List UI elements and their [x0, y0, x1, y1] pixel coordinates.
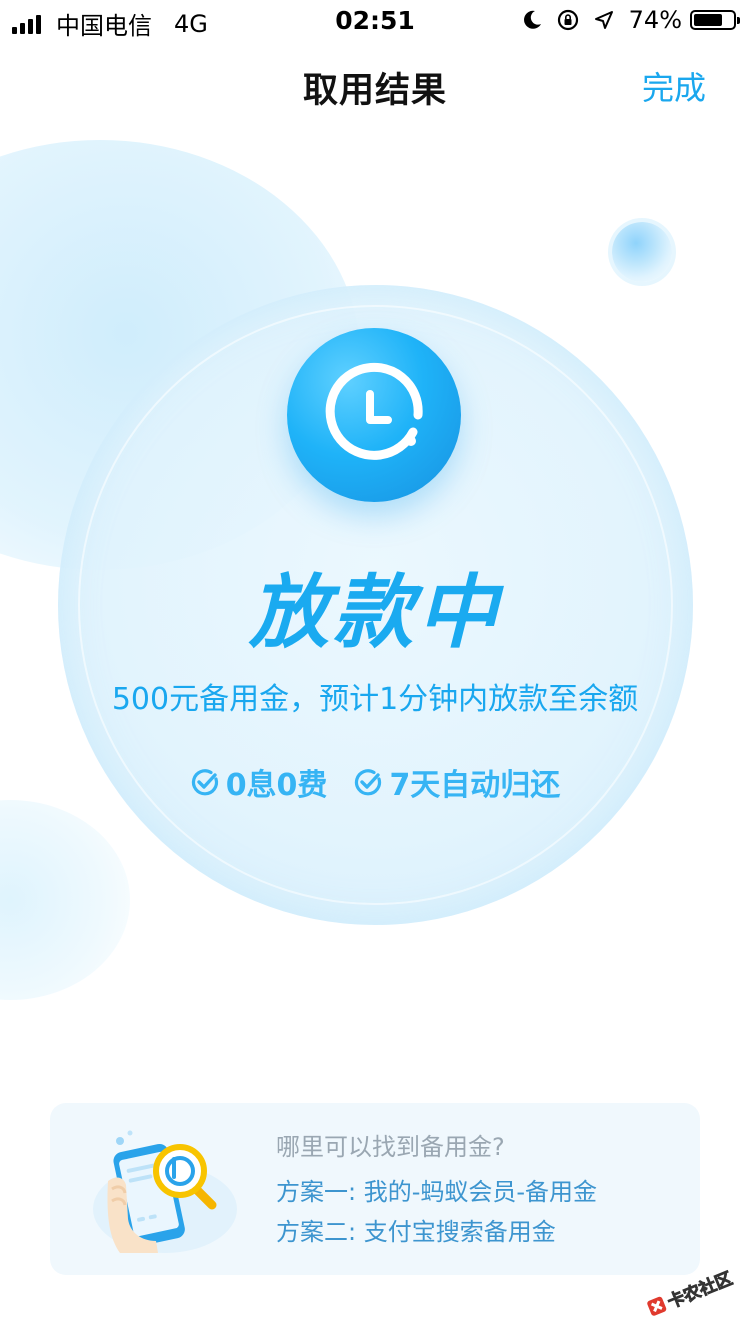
screen: 中国电信 4G 02:51 74% 取用结果 完成 放款中 500元备用金，预计…: [0, 0, 750, 1334]
done-button[interactable]: 完成: [642, 63, 706, 109]
tip-option-2[interactable]: 方案二: 支付宝搜索备用金: [276, 1215, 597, 1249]
battery-percent: 74%: [628, 6, 682, 34]
result-heading: 放款中: [249, 566, 501, 659]
tip-card: 哪里可以找到备用金? 方案一: 我的-蚂蚁会员-备用金 方案二: 支付宝搜索备用…: [50, 1103, 700, 1275]
check-circle-icon: [355, 769, 382, 796]
phone-search-illustration: [90, 1129, 240, 1254]
svg-text:卡农社区: 卡农社区: [665, 1268, 736, 1313]
tip-text: 哪里可以找到备用金? 方案一: 我的-蚂蚁会员-备用金 方案二: 支付宝搜索备用…: [276, 1129, 597, 1255]
check-circle-icon: [191, 769, 218, 796]
page-title: 取用结果: [302, 71, 447, 111]
decor-bubble-left-bottom: [0, 800, 130, 1000]
result-description: 500元备用金，预计1分钟内放款至余额: [111, 682, 639, 717]
status-right: 74%: [507, 6, 740, 34]
tip-title: 哪里可以找到备用金?: [276, 1133, 505, 1161]
feature-item: 7天自动归还: [353, 760, 560, 804]
battery-fill: [694, 14, 722, 26]
rotation-lock-icon: [557, 9, 579, 31]
nav-bar: 取用结果 完成: [0, 40, 750, 128]
decor-bubble-small: [612, 222, 672, 282]
feature-label: 7天自动归还: [389, 768, 561, 803]
feature-item: 0息0费: [190, 760, 328, 804]
feature-label: 0息0费: [225, 768, 328, 803]
location-arrow-icon: [593, 9, 615, 31]
battery-icon: [690, 10, 740, 30]
moon-icon: [521, 9, 543, 31]
watermark-logo: 卡农社区: [642, 1262, 742, 1322]
clock-icon: [287, 328, 461, 502]
tip-option-1[interactable]: 方案一: 我的-蚂蚁会员-备用金: [276, 1175, 597, 1209]
feature-list: 0息0费 7天自动归还: [0, 760, 750, 804]
status-bar: 中国电信 4G 02:51 74%: [0, 0, 750, 40]
